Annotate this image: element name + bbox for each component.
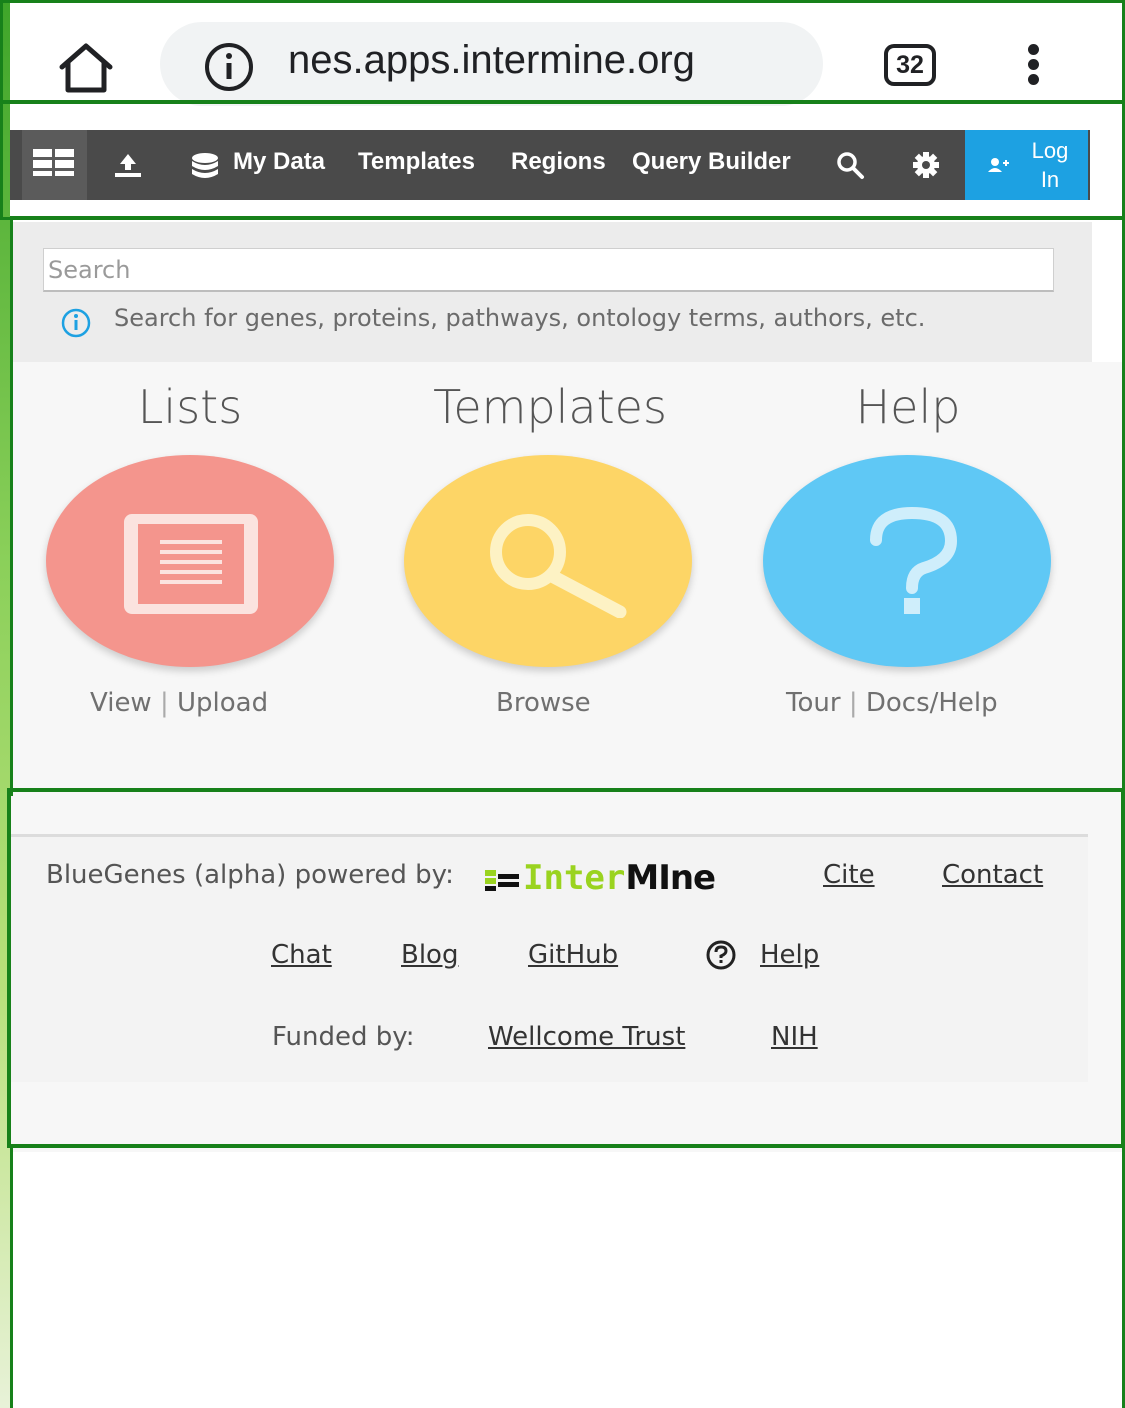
- search-panel: [10, 222, 1092, 362]
- database-icon: [188, 150, 222, 186]
- view-link[interactable]: View: [90, 688, 152, 718]
- left-edge-decoration: [0, 0, 10, 1408]
- help-links: Tour | Docs/Help: [786, 688, 998, 718]
- more-menu-icon[interactable]: [1024, 44, 1042, 88]
- help-heading: Help: [855, 380, 961, 434]
- github-link[interactable]: GitHub: [528, 940, 618, 970]
- annotation-box-blank: [10, 1145, 1125, 1408]
- cite-link[interactable]: Cite: [823, 860, 875, 890]
- contact-link[interactable]: Contact: [942, 860, 1043, 890]
- login-label[interactable]: Log In: [1010, 136, 1090, 194]
- info-circle-icon: [60, 307, 92, 343]
- lists-heading: Lists: [137, 380, 243, 434]
- nav-templates[interactable]: Templates: [358, 148, 475, 176]
- docs-help-link[interactable]: Docs/Help: [866, 688, 998, 718]
- templates-heading: Templates: [433, 380, 667, 434]
- chat-link[interactable]: Chat: [271, 940, 332, 970]
- nih-link[interactable]: NIH: [771, 1022, 818, 1052]
- list-icon: [120, 510, 262, 622]
- nav-query-builder[interactable]: Query Builder: [632, 148, 791, 176]
- tour-link[interactable]: Tour: [786, 688, 841, 718]
- lists-links: View | Upload: [90, 688, 268, 718]
- url-text[interactable]: nes.apps.intermine.org: [288, 38, 695, 83]
- separator: |: [159, 688, 169, 718]
- nav-my-data[interactable]: My Data: [233, 148, 325, 176]
- search-input[interactable]: [43, 248, 1054, 292]
- search-hint: Search for genes, proteins, pathways, on…: [114, 304, 926, 332]
- upload-icon[interactable]: [110, 148, 146, 186]
- funded-by-text: Funded by:: [272, 1022, 415, 1052]
- info-icon[interactable]: [204, 42, 254, 92]
- nav-regions[interactable]: Regions: [511, 148, 606, 176]
- search-icon[interactable]: [835, 150, 867, 186]
- wellcome-trust-link[interactable]: Wellcome Trust: [488, 1022, 685, 1052]
- magnifier-icon: [480, 512, 630, 622]
- help-circle-icon: [705, 940, 739, 974]
- question-icon: [866, 505, 961, 624]
- tab-count-button[interactable]: 32: [884, 44, 936, 86]
- gear-icon[interactable]: [909, 148, 943, 186]
- user-icon: [985, 155, 1011, 179]
- help-link[interactable]: Help: [760, 940, 819, 970]
- intermine-logo[interactable]: InterMIne: [483, 858, 716, 898]
- home-grid-button[interactable]: [22, 130, 87, 200]
- blog-link[interactable]: Blog: [401, 940, 458, 970]
- home-icon[interactable]: [56, 40, 116, 96]
- browse-link[interactable]: Browse: [496, 688, 591, 718]
- separator: |: [848, 688, 858, 718]
- upload-link[interactable]: Upload: [177, 688, 268, 718]
- powered-by-text: BlueGenes (alpha) powered by:: [46, 860, 454, 890]
